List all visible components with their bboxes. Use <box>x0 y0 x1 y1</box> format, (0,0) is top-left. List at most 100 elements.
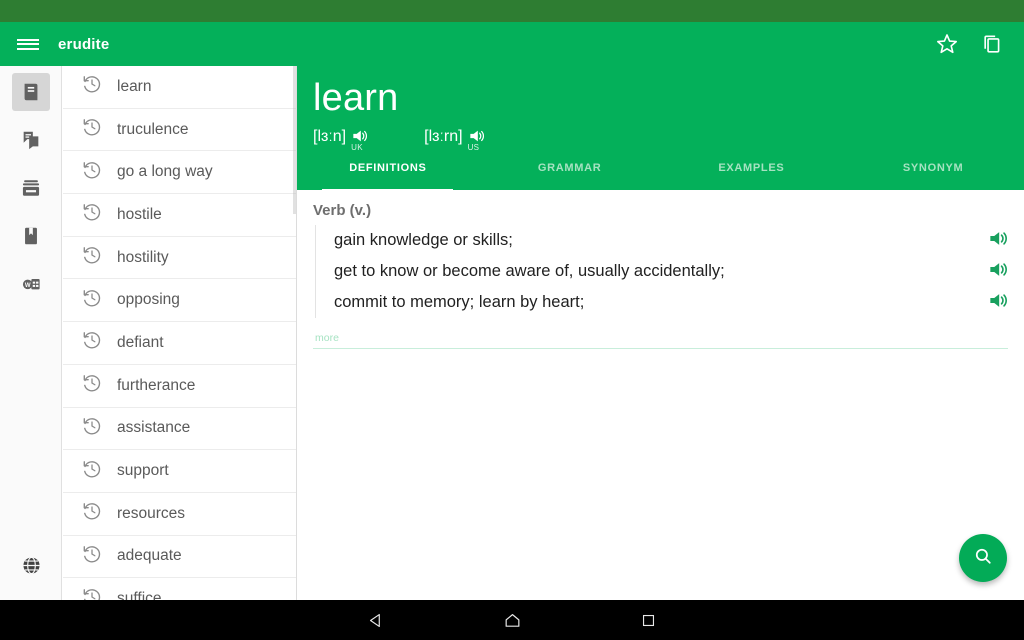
speaker-icon[interactable]: UK <box>350 126 370 152</box>
svg-text:W: W <box>25 283 31 289</box>
home-icon[interactable] <box>492 600 532 640</box>
history-clock-icon <box>81 372 117 399</box>
history-clock-icon <box>81 287 117 314</box>
app-screen: erudite W learn truculence go a long way… <box>0 0 1024 640</box>
word-list-item[interactable]: support <box>63 450 296 493</box>
entry-tabs: DEFINITIONS GRAMMAR EXAMPLES SYNONYM <box>297 160 1024 192</box>
history-clock-icon <box>81 415 117 442</box>
word-list-item[interactable]: go a long way <box>63 151 296 195</box>
word-list-item-label: defiant <box>117 333 164 351</box>
hamburger-bar <box>17 43 39 45</box>
tab-grammar[interactable]: GRAMMAR <box>479 160 661 190</box>
star-outline-icon[interactable] <box>932 29 962 59</box>
word-list-item[interactable]: suffice <box>63 578 296 600</box>
search-icon <box>972 545 994 572</box>
hamburger-bar <box>17 47 39 50</box>
word-list-item-label: go a long way <box>117 163 213 181</box>
tab-synonym[interactable]: SYNONYM <box>842 160 1024 190</box>
definition-text: gain knowledge or skills; <box>334 231 513 249</box>
section-divider <box>313 348 1008 349</box>
entry-body: Verb (v.) gain knowledge or skills; get … <box>297 190 1024 349</box>
hamburger-menu-icon[interactable] <box>0 22 56 66</box>
word-list-item-label: suffice <box>117 590 162 600</box>
android-nav-bar <box>0 600 1024 640</box>
pronunciation-us[interactable]: [lɜːrn] US <box>424 126 487 152</box>
app-bar: erudite <box>0 22 1024 66</box>
history-clock-icon <box>81 73 117 100</box>
cards-icon <box>12 169 50 207</box>
book-icon <box>12 73 50 111</box>
history-clock-icon <box>81 500 117 527</box>
globe-icon <box>12 546 50 584</box>
word-list-item[interactable]: resources <box>63 493 296 536</box>
speaker-icon[interactable] <box>987 289 1010 317</box>
tab-definitions[interactable]: DEFINITIONS <box>297 160 479 192</box>
tab-examples[interactable]: EXAMPLES <box>661 160 843 190</box>
rail-item-translation[interactable] <box>0 118 62 162</box>
word-list-item[interactable]: assistance <box>63 408 296 451</box>
word-list-item-label: hostility <box>117 248 169 266</box>
pronunciation-row: [lɜːn] UK [lɜːrn] US <box>313 126 1024 152</box>
history-clock-icon <box>81 244 117 271</box>
left-rail: W <box>0 66 62 600</box>
wikipedia-icon: W <box>12 265 50 303</box>
definition-list: gain knowledge or skills; get to know or… <box>315 225 1008 318</box>
pronunciation-uk-ipa: [lɜːn] <box>313 128 347 145</box>
history-clock-icon <box>81 201 117 228</box>
history-clock-icon <box>81 586 117 600</box>
wordlist-scrollbar[interactable] <box>293 66 296 214</box>
speaker-icon[interactable] <box>987 227 1010 255</box>
definition-text: commit to memory; learn by heart; <box>334 293 585 311</box>
word-list-item-label: support <box>117 462 169 480</box>
rail-item-bookmarks[interactable] <box>0 214 62 258</box>
rail-item-web[interactable] <box>0 546 62 584</box>
word-list-item[interactable]: defiant <box>63 322 296 365</box>
definition-row: gain knowledge or skills; <box>334 225 1008 256</box>
more-link[interactable]: more <box>313 332 339 344</box>
word-list-item[interactable]: adequate <box>63 536 296 579</box>
word-list-item-label: resources <box>117 504 186 522</box>
history-clock-icon <box>81 329 117 356</box>
recents-square-icon[interactable] <box>628 600 668 640</box>
bookmark-book-icon <box>12 217 50 255</box>
history-clock-icon <box>81 159 117 186</box>
word-list-item-label: adequate <box>117 547 182 565</box>
word-list-item[interactable]: hostile <box>63 194 296 237</box>
word-list-item-label: hostile <box>117 205 162 223</box>
back-triangle-icon[interactable] <box>356 600 396 640</box>
speaker-icon[interactable]: US <box>467 126 487 152</box>
hamburger-bar <box>17 38 39 41</box>
word-list-item[interactable]: hostility <box>63 237 296 280</box>
word-list-item-label: furtherance <box>117 376 196 394</box>
history-word-list[interactable]: learn truculence go a long way hostile h… <box>63 66 297 600</box>
word-rows: learn truculence go a long way hostile h… <box>63 66 296 600</box>
pronunciation-uk[interactable]: [lɜːn] UK <box>313 126 370 152</box>
word-list-item-label: opposing <box>117 291 180 309</box>
more-section: more <box>313 328 1008 349</box>
rail-item-dictionary[interactable] <box>0 70 62 114</box>
rail-item-cards[interactable] <box>0 166 62 210</box>
pronunciation-us-label: US <box>467 143 480 152</box>
app-title: erudite <box>58 35 110 53</box>
word-list-item[interactable]: truculence <box>63 109 296 152</box>
note-page-icon <box>12 121 50 159</box>
android-status-bar <box>0 0 1024 22</box>
speaker-icon[interactable] <box>987 258 1010 286</box>
history-clock-icon <box>81 116 117 143</box>
pronunciation-us-ipa: [lɜːrn] <box>424 128 463 145</box>
pronunciation-uk-label: UK <box>351 143 363 152</box>
definition-text: get to know or become aware of, usually … <box>334 262 725 280</box>
word-list-item-label: assistance <box>117 419 191 437</box>
app-bar-actions <box>932 29 1024 59</box>
copy-icon[interactable] <box>976 29 1006 59</box>
rail-item-wikipedia[interactable]: W <box>0 262 62 306</box>
entry-header: learn [lɜːn] UK [lɜːrn] US DEFINITIONS G… <box>297 66 1024 192</box>
part-of-speech-title: Verb (v.) <box>313 202 372 219</box>
word-list-item-label: truculence <box>117 120 189 138</box>
word-list-item[interactable]: furtherance <box>63 365 296 408</box>
history-clock-icon <box>81 543 117 570</box>
entry-detail-panel: learn [lɜːn] UK [lɜːrn] US DEFINITIONS G… <box>297 66 1024 600</box>
word-list-item[interactable]: opposing <box>63 279 296 323</box>
word-list-item[interactable]: learn <box>63 66 296 109</box>
search-fab[interactable] <box>959 534 1007 582</box>
